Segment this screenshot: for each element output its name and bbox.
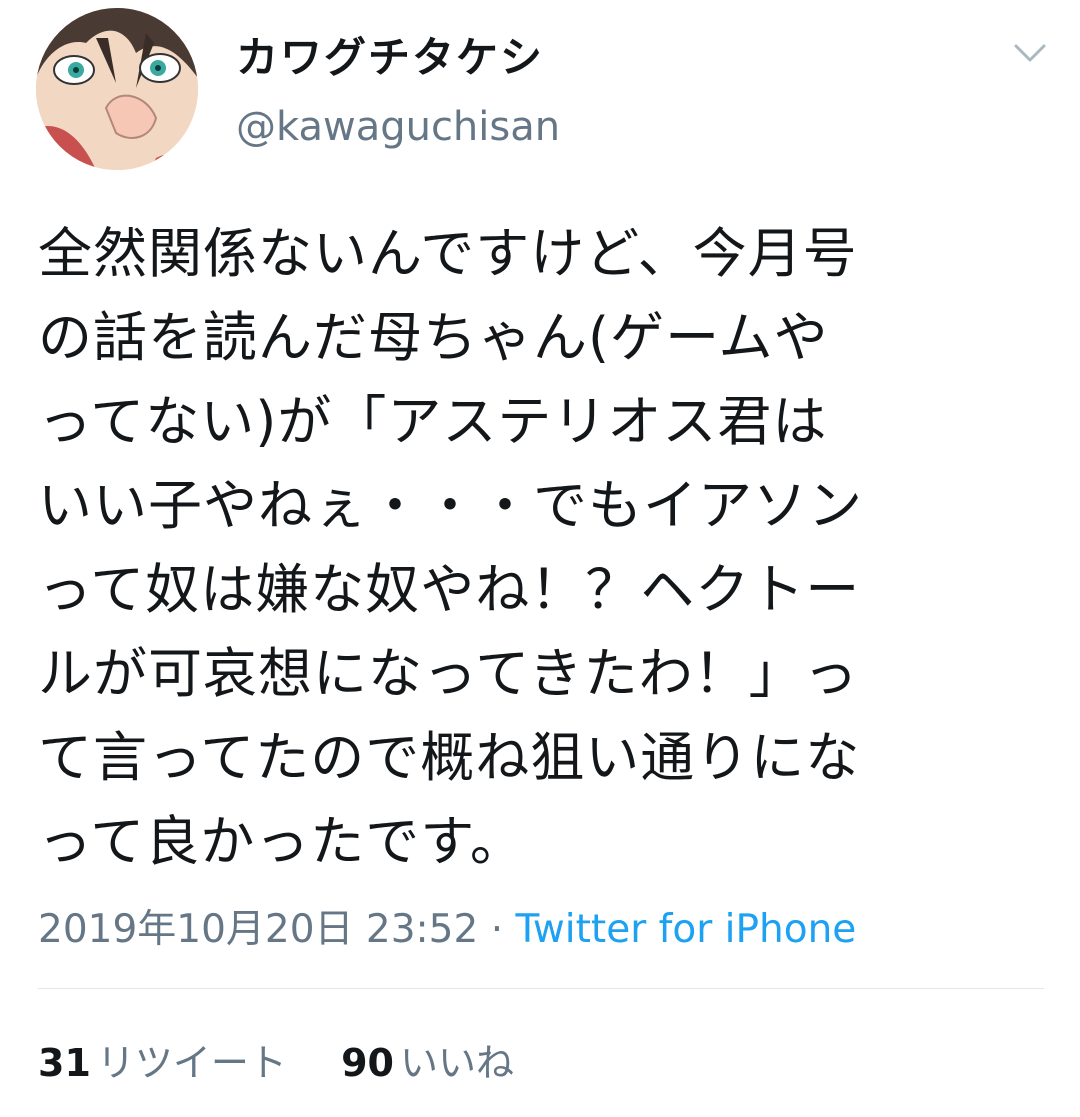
- display-name[interactable]: カワグチタケシ: [236, 24, 544, 85]
- retweets-label: リツイート: [96, 1041, 287, 1085]
- avatar-image: [36, 8, 198, 170]
- timestamp[interactable]: 2019年10月20日 23:52: [38, 907, 478, 952]
- source-link[interactable]: Twitter for iPhone: [516, 907, 857, 952]
- divider: [38, 988, 1044, 989]
- tweet-text: 全然関係ないんですけど、今月号 の話を読んだ母ちゃん(ゲームや ってない)が「ア…: [38, 222, 863, 873]
- likes-stat[interactable]: 90 いいね: [341, 1041, 514, 1085]
- likes-label: いいね: [399, 1041, 514, 1085]
- chevron-down-icon[interactable]: [1010, 36, 1050, 68]
- likes-count: 90: [341, 1041, 394, 1085]
- tweet-stats: 31 リツイート 90 いいね: [38, 1032, 514, 1087]
- tweet-meta: 2019年10月20日 23:52 · Twitter for iPhone: [38, 898, 856, 954]
- user-handle[interactable]: @kawaguchisan: [236, 104, 560, 150]
- retweets-count: 31: [38, 1041, 91, 1085]
- avatar[interactable]: [36, 8, 198, 170]
- retweets-stat[interactable]: 31 リツイート: [38, 1041, 299, 1085]
- meta-separator: ·: [490, 907, 504, 952]
